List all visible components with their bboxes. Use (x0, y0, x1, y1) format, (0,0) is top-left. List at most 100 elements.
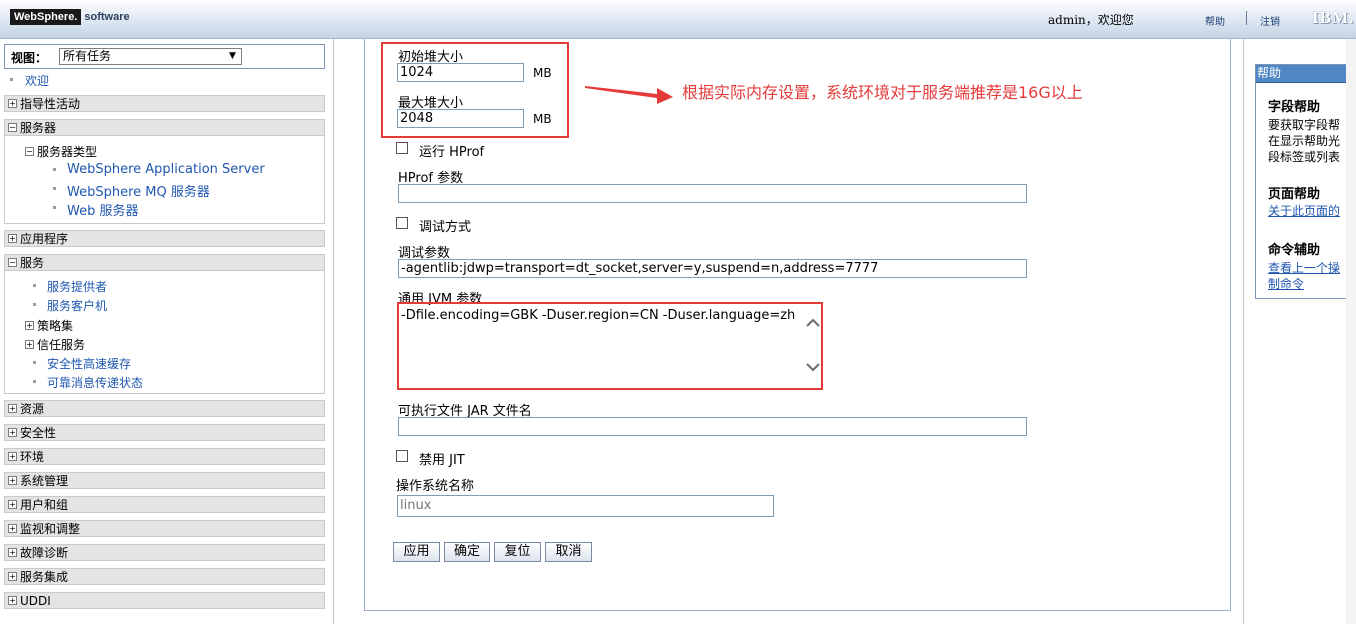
nav-section-label: 系统管理 (20, 474, 69, 488)
expand-icon[interactable]: + (8, 476, 17, 485)
header-separator (1246, 11, 1247, 25)
max-heap-input[interactable]: 2048 (397, 109, 524, 128)
ok-button[interactable]: 确定 (444, 542, 490, 562)
debug-mode-checkbox[interactable] (396, 217, 408, 229)
collapse-icon[interactable]: − (8, 123, 17, 132)
nav-section-integration[interactable]: + 服务集成 (4, 568, 325, 585)
debug-args-input[interactable]: -agentlib:jdwp=transport=dt_socket,serve… (398, 259, 1027, 278)
field-help-title: 字段帮助 (1268, 100, 1321, 115)
highlight-box-jvm-args (397, 302, 823, 390)
nav-link-reliable-msg[interactable]: 可靠消息传递状态 (47, 374, 143, 391)
nav-section-label: 用户和组 (20, 498, 69, 512)
help-box: 帮助 字段帮助 要获取字段帮 在显示帮助光 段标签或列表 页面帮助 关于此页面的… (1255, 64, 1356, 299)
nav-item-trust[interactable]: 信任服务 (37, 336, 85, 353)
page-scrollbar[interactable] (1346, 39, 1356, 624)
apply-button[interactable]: 应用 (393, 542, 440, 562)
nav-section-resources[interactable]: + 资源 (4, 400, 325, 417)
nav-section-security[interactable]: + 安全性 (4, 424, 325, 441)
nav-welcome-link[interactable]: 欢迎 (25, 72, 49, 89)
nav-section-troubleshoot[interactable]: + 故障诊断 (4, 544, 325, 561)
nav-section-label: 应用程序 (20, 232, 69, 246)
collapse-icon[interactable]: − (8, 258, 17, 267)
nav-link-web[interactable]: Web 服务器 (67, 200, 138, 219)
nav-section-label: 监视和调整 (20, 522, 81, 536)
nav-section-label: 安全性 (20, 426, 57, 440)
logo-brand: WebSphere. (10, 9, 82, 25)
nav-link-providers[interactable]: 服务提供者 (47, 278, 107, 295)
expand-icon[interactable]: + (8, 452, 17, 461)
navigation-tree: 视图： 所有任务 ▼ 欢迎 + 指导性活动 − 服务器 − 服务器类型 WebS… (0, 39, 333, 624)
nav-section-services[interactable]: − 服务 (4, 254, 325, 271)
logout-link[interactable]: 注销 (1260, 13, 1280, 28)
os-name-input[interactable]: linux (397, 495, 774, 517)
run-hprof-checkbox[interactable] (396, 142, 408, 154)
ibm-logo: IBM. (1312, 8, 1355, 27)
expand-icon[interactable]: + (8, 404, 17, 413)
expand-icon[interactable]: + (8, 524, 17, 533)
bullet-icon (10, 78, 13, 81)
welcome-text: admin，欢迎您 (1048, 13, 1134, 27)
os-name-label: 操作系统名称 (396, 479, 475, 494)
nav-section-environment[interactable]: + 环境 (4, 448, 325, 465)
view-select[interactable]: 所有任务 ▼ (59, 48, 242, 65)
nav-section-label: 服务器 (20, 121, 57, 135)
collapse-icon[interactable]: − (25, 147, 34, 156)
expand-icon[interactable]: + (8, 572, 17, 581)
annotation-text: 根据实际内存设置，系统环境对于服务端推荐是16G以上 (682, 83, 1083, 102)
websphere-logo: WebSphere. software (10, 9, 130, 25)
expand-icon[interactable]: + (8, 548, 17, 557)
bullet-icon (33, 361, 36, 364)
command-assist-link[interactable]: 查看上一个操 (1268, 260, 1340, 276)
bullet-icon (53, 168, 56, 171)
field-help-text: 在显示帮助光 (1268, 134, 1341, 148)
help-link[interactable]: 帮助 (1205, 13, 1225, 28)
annotation-arrow-icon (585, 86, 673, 104)
hprof-args-input[interactable] (398, 184, 1027, 203)
jar-input[interactable] (398, 417, 1027, 436)
bullet-icon (33, 380, 36, 383)
nav-section-label: 故障诊断 (20, 546, 69, 560)
help-title: 帮助 (1256, 65, 1356, 83)
field-help-text: 段标签或列表 (1268, 150, 1341, 164)
page-help-link[interactable]: 关于此页面的 (1268, 203, 1340, 219)
field-help-text: 要获取字段帮 (1268, 118, 1341, 132)
nav-divider (333, 39, 334, 624)
nav-section-sysadmin[interactable]: + 系统管理 (4, 472, 325, 489)
expand-icon[interactable]: + (8, 99, 17, 108)
top-banner: WebSphere. software admin，欢迎您 帮助 注销 IBM. (0, 0, 1356, 39)
expand-icon[interactable]: + (8, 428, 17, 437)
view-label: 视图： (11, 51, 48, 65)
nav-item-policy-sets[interactable]: 策略集 (37, 317, 73, 334)
reset-button[interactable]: 复位 (494, 542, 541, 562)
disable-jit-label: 禁用 JIT (419, 453, 465, 468)
page-help-title: 页面帮助 (1268, 187, 1321, 202)
expand-icon[interactable]: + (25, 340, 34, 349)
expand-icon[interactable]: + (8, 596, 17, 605)
command-assist-title: 命令辅助 (1268, 243, 1321, 258)
bullet-icon (33, 303, 36, 306)
nav-link-mq[interactable]: WebSphere MQ 服务器 (67, 181, 210, 200)
expand-icon[interactable]: + (8, 500, 17, 509)
nav-section-apps[interactable]: + 应用程序 (4, 230, 325, 247)
nav-section-monitor[interactable]: + 监视和调整 (4, 520, 325, 537)
nav-section-label: 服务 (20, 256, 45, 270)
initial-heap-input[interactable]: 1024 (397, 63, 524, 82)
chevron-down-icon[interactable]: ▼ (226, 50, 239, 63)
nav-section-uddi[interactable]: + UDDI (4, 592, 325, 609)
command-assist-link[interactable]: 制命令 (1268, 276, 1304, 292)
run-hprof-label: 运行 HProf (419, 145, 485, 160)
nav-link-was[interactable]: WebSphere Application Server (67, 162, 265, 177)
nav-link-security-cache[interactable]: 安全性高速缓存 (47, 355, 131, 372)
expand-icon[interactable]: + (8, 234, 17, 243)
bullet-icon (33, 284, 36, 287)
nav-section-guided[interactable]: + 指导性活动 (4, 95, 325, 112)
logo-suffix: software (84, 11, 130, 23)
debug-mode-label: 调试方式 (419, 220, 472, 235)
expand-icon[interactable]: + (25, 321, 34, 330)
nav-item-server-types[interactable]: 服务器类型 (37, 143, 97, 160)
nav-section-users[interactable]: + 用户和组 (4, 496, 325, 513)
nav-section-servers[interactable]: − 服务器 (4, 119, 325, 136)
nav-link-clients[interactable]: 服务客户机 (47, 297, 107, 314)
disable-jit-checkbox[interactable] (396, 450, 408, 462)
cancel-button[interactable]: 取消 (545, 542, 592, 562)
